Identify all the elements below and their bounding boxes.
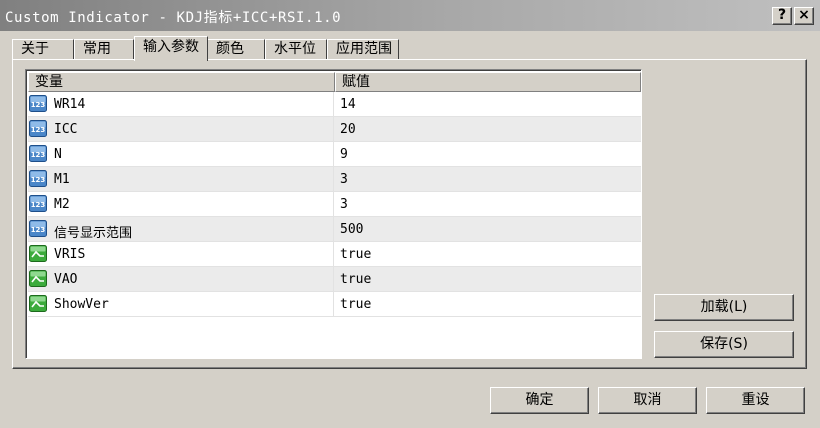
table-row[interactable]: ShowVer true xyxy=(28,292,641,317)
column-header-variable[interactable]: 变量 xyxy=(28,72,335,92)
cancel-button[interactable]: 取消 xyxy=(598,387,697,414)
variable-name: 信号显示范围 xyxy=(54,226,133,241)
variable-value[interactable]: 9 xyxy=(340,147,348,162)
numeric-123-icon: 123 xyxy=(29,145,47,162)
variable-name: M1 xyxy=(54,172,70,187)
reset-button[interactable]: 重设 xyxy=(706,387,805,414)
variable-value[interactable]: true xyxy=(340,247,371,262)
close-button[interactable]: × xyxy=(794,7,814,25)
table-row[interactable]: 123 M1 3 xyxy=(28,167,641,192)
tab-levels[interactable]: 水平位 xyxy=(265,39,327,60)
svg-text:123: 123 xyxy=(31,201,46,209)
boolean-toggle-icon xyxy=(29,270,47,287)
tab-inputs[interactable]: 输入参数 xyxy=(134,36,208,61)
variable-name: N xyxy=(54,147,62,162)
variable-name: ICC xyxy=(54,122,78,137)
table-row[interactable]: 123 ICC 20 xyxy=(28,117,641,142)
svg-text:123: 123 xyxy=(31,151,46,159)
svg-text:123: 123 xyxy=(31,126,46,134)
variable-value[interactable]: 3 xyxy=(340,172,348,187)
window-title: Custom Indicator - KDJ指标+ICC+RSI.1.0 xyxy=(5,10,342,26)
grid-header: 变量 赋值 xyxy=(28,72,641,92)
tab-about[interactable]: 关于 xyxy=(12,39,74,60)
svg-text:123: 123 xyxy=(31,176,46,184)
numeric-123-icon: 123 xyxy=(29,220,47,237)
variable-value[interactable]: 14 xyxy=(340,97,356,112)
numeric-123-icon: 123 xyxy=(29,195,47,212)
table-row[interactable]: VAO true xyxy=(28,267,641,292)
numeric-123-icon: 123 xyxy=(29,120,47,137)
tab-visualization[interactable]: 应用范围 xyxy=(327,39,399,60)
parameters-grid: 变量 赋值 123 WR14 14 123 ICC 20 123 N 9 123… xyxy=(25,69,642,359)
save-button[interactable]: 保存(S) xyxy=(654,331,794,358)
variable-value[interactable]: true xyxy=(340,297,371,312)
title-bar: Custom Indicator - KDJ指标+ICC+RSI.1.0 ? × xyxy=(0,0,820,31)
load-button[interactable]: 加载(L) xyxy=(654,294,794,321)
variable-name: ShowVer xyxy=(54,297,109,312)
variable-name: M2 xyxy=(54,197,70,212)
variable-value[interactable]: true xyxy=(340,272,371,287)
numeric-123-icon: 123 xyxy=(29,95,47,112)
grid-rows: 123 WR14 14 123 ICC 20 123 N 9 123 M1 3 xyxy=(28,92,641,317)
svg-text:123: 123 xyxy=(31,101,46,109)
boolean-toggle-icon xyxy=(29,295,47,312)
variable-name: WR14 xyxy=(54,97,86,112)
table-row[interactable]: VRIS true xyxy=(28,242,641,267)
variable-name: VRIS xyxy=(54,247,86,262)
table-row[interactable]: 123 信号显示范围 500 xyxy=(28,217,641,242)
table-row[interactable]: 123 WR14 14 xyxy=(28,92,641,117)
variable-value[interactable]: 20 xyxy=(340,122,356,137)
table-row[interactable]: 123 N 9 xyxy=(28,142,641,167)
boolean-toggle-icon xyxy=(29,245,47,262)
variable-value[interactable]: 500 xyxy=(340,222,363,237)
tab-colors[interactable]: 颜色 xyxy=(207,39,265,60)
ok-button[interactable]: 确定 xyxy=(490,387,589,414)
variable-name: VAO xyxy=(54,272,78,287)
table-row[interactable]: 123 M2 3 xyxy=(28,192,641,217)
variable-value[interactable]: 3 xyxy=(340,197,348,212)
help-button[interactable]: ? xyxy=(772,7,792,25)
numeric-123-icon: 123 xyxy=(29,170,47,187)
column-header-value[interactable]: 赋值 xyxy=(335,72,641,92)
svg-text:123: 123 xyxy=(31,226,46,234)
tab-common[interactable]: 常用 xyxy=(74,39,134,60)
